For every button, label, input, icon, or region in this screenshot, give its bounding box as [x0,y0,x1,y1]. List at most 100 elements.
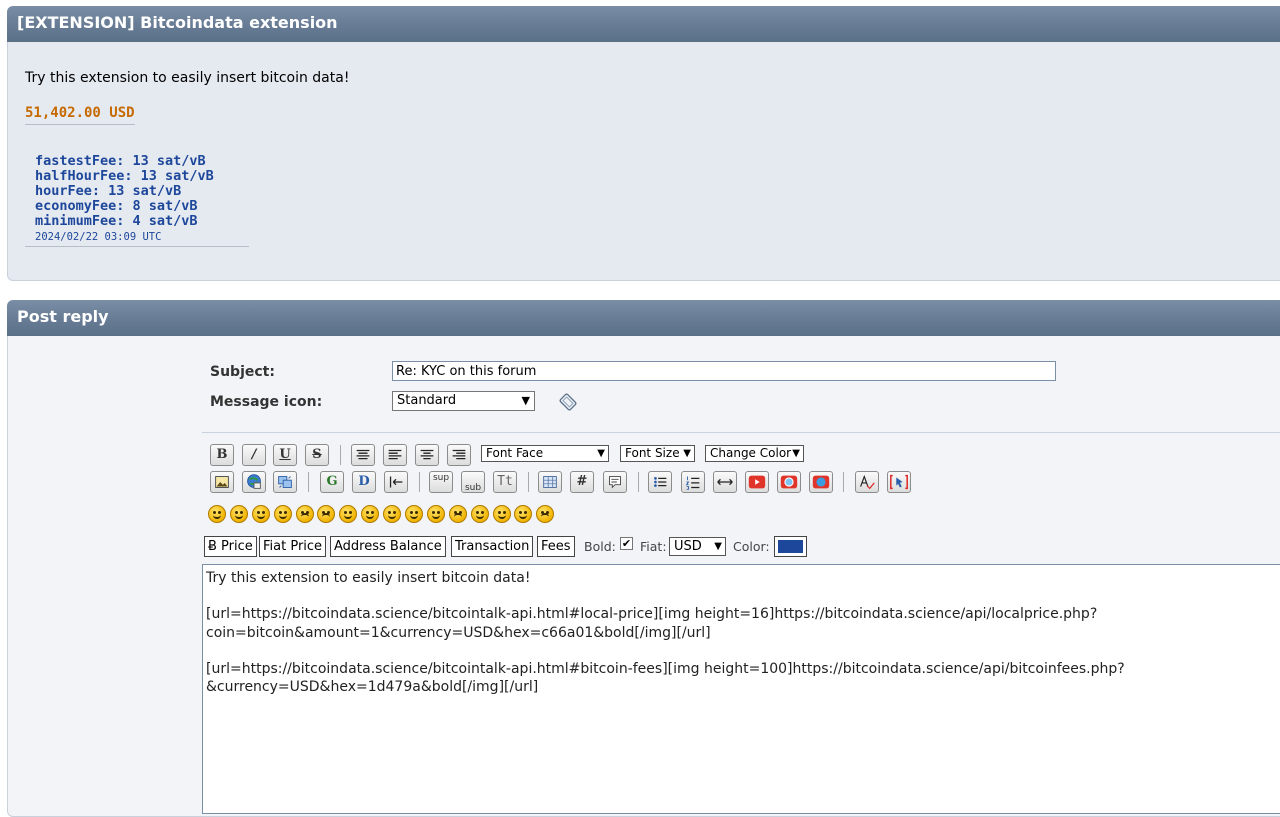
fiat-price-button[interactable]: Fiat Price [259,536,327,557]
align-right-icon [452,449,466,460]
horizontal-rule-button[interactable] [713,471,737,493]
chevron-down-icon: ▼ [792,448,800,459]
fiat-label: Fiat: [640,539,667,554]
italic-button[interactable]: / [242,444,266,466]
wink-icon[interactable] [230,505,248,523]
fiat-select[interactable]: USD ▼ [669,537,726,556]
shocked-icon[interactable] [339,505,357,523]
message-icon-label: Message icon: [210,394,323,410]
quote-button[interactable] [603,471,627,493]
chevron-down-icon: ▼ [714,541,722,552]
embarrassed-icon[interactable] [449,505,467,523]
toolbar-separator [308,472,309,492]
bold-label: Bold: [584,539,616,554]
chevron-down-icon: ▼ [521,394,530,407]
table-button[interactable] [538,471,562,493]
message-icon-selected: Standard [397,393,457,408]
transaction-button[interactable]: Transaction [451,536,534,557]
shadow-button[interactable]: D [352,471,376,493]
search-embed-button[interactable] [777,471,801,493]
select-code-button[interactable] [887,471,911,493]
strikethrough-button[interactable]: S [305,444,329,466]
cool-icon[interactable] [361,505,379,523]
font-size-label: Font Size [625,446,680,460]
fiat-selected: USD [674,539,702,554]
cheesy-icon[interactable] [252,505,270,523]
pre-button[interactable] [351,444,375,466]
message-icon-select[interactable]: Standard ▼ [392,391,535,411]
fee-line: minimumFee: 4 sat/vB [35,213,198,229]
insert-image-button[interactable] [210,471,234,493]
code-button[interactable]: # [570,471,594,493]
align-pre-icon [356,449,370,460]
rolleyes-icon[interactable] [405,505,423,523]
bullet-list-button[interactable] [648,471,672,493]
align-left-icon [388,449,402,460]
toolbar-divider [202,432,1280,433]
insert-ftp-button[interactable] [273,471,297,493]
align-left-button[interactable] [383,444,407,466]
subject-input[interactable] [392,361,1056,381]
move-button[interactable] [384,471,408,493]
color-picker[interactable] [774,536,807,557]
cursor-select-icon [890,474,908,490]
standard-post-icon [559,393,577,411]
message-textarea[interactable]: Try this extension to easily insert bitc… [202,564,1280,814]
underline-button[interactable]: U [273,444,297,466]
teletype-button[interactable]: Tt [493,471,517,493]
align-right-button[interactable] [447,444,471,466]
cry-icon[interactable] [536,505,554,523]
sad-icon[interactable] [317,505,335,523]
font-face-label: Font Face [486,446,544,460]
btc-price-button[interactable]: Ƀ Price [204,536,257,557]
glow-button[interactable]: G [320,471,344,493]
video-embed-button[interactable] [809,471,833,493]
huh-icon[interactable] [383,505,401,523]
smiley-icon[interactable] [208,505,226,523]
globe-link-icon [247,474,261,489]
tongue-icon[interactable] [427,505,445,523]
subject-label: Subject: [210,364,275,380]
change-color-select[interactable]: Change Color ▼ [705,445,804,462]
grin-icon[interactable] [274,505,292,523]
fees-timestamp: 2024/02/22 03:09 UTC [35,231,162,243]
align-center-button[interactable] [415,444,439,466]
toolbar-separator [419,472,420,492]
bitcoin-fees-image[interactable]: fastestFee: 13 sat/vB halfHourFee: 13 sa… [25,154,249,247]
spell-check-button[interactable] [855,471,879,493]
bold-button[interactable]: B [210,444,234,466]
address-balance-button[interactable]: Address Balance [330,536,446,557]
marquee-icon [389,476,403,488]
change-color-label: Change Color [710,446,792,460]
color-label: Color: [733,539,770,554]
fee-line: hourFee: 13 sat/vB [35,183,182,199]
bold-checkbox[interactable]: ✔ [620,537,633,550]
subscript-button[interactable]: sub [461,471,485,493]
ftp-icon [278,476,292,488]
horizontal-rule-icon [717,478,733,486]
undecided-icon[interactable] [493,505,511,523]
extension-panel-body: Try this extension to easily insert bitc… [7,42,1280,281]
angry-icon[interactable] [296,505,314,523]
toolbar-separator [843,472,844,492]
chevron-down-icon: ▼ [597,448,605,459]
superscript-button[interactable]: sup [429,471,453,493]
toolbar-separator [638,472,639,492]
numbered-list-button[interactable] [681,471,705,493]
insert-link-button[interactable] [242,471,266,493]
kiss-icon[interactable] [514,505,532,523]
font-face-select[interactable]: Font Face ▼ [481,445,609,462]
extension-panel-title: [EXTENSION] Bitcoindata extension [7,6,1280,42]
bitcoin-price-image[interactable]: 51,402.00 USD [25,105,135,125]
lipsrsealed-icon[interactable] [471,505,489,523]
toolbar-separator [340,445,341,465]
toolbar-separator [528,472,529,492]
color-swatch [778,540,803,553]
search-icon [780,475,798,489]
youtube-button[interactable] [745,471,769,493]
font-size-select[interactable]: Font Size ▼ [620,445,695,462]
quote-icon [609,476,621,489]
chevron-down-icon: ▼ [683,448,691,459]
youtube-icon [748,475,766,489]
fees-button[interactable]: Fees [537,536,575,557]
